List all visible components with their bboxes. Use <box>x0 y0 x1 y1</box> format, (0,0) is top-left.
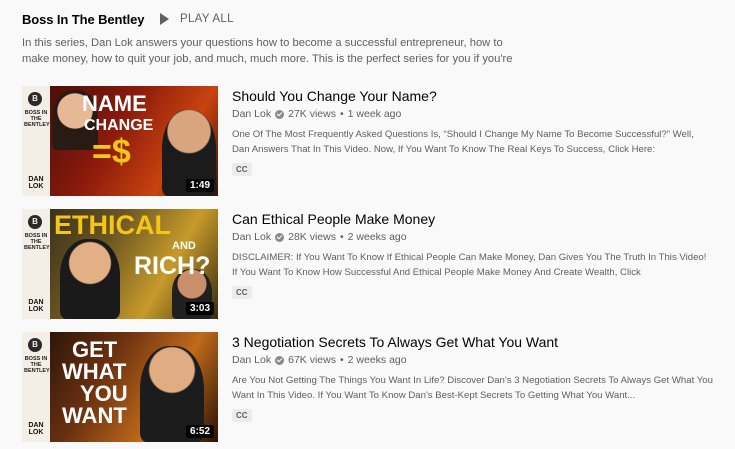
video-title[interactable]: Should You Change Your Name? <box>232 88 722 104</box>
thumbnail-caption: NAME <box>82 91 147 116</box>
brand-strip: B BOSS IN THE BENTLEY DAN LOK <box>22 86 50 196</box>
channel-name[interactable]: Dan Lok <box>232 108 271 120</box>
thumbnail-caption: AND <box>172 240 196 252</box>
meta-separator: • <box>339 231 344 243</box>
brand-strip: B BOSS IN THE BENTLEY DAN LOK <box>22 209 50 319</box>
video-description: DISCLAIMER: If You Want To Know If Ethic… <box>232 252 707 278</box>
brand-logo-icon: B <box>28 338 42 352</box>
verified-check-icon <box>275 109 285 119</box>
video-thumbnail[interactable]: GET WHAT YOU WANT B BOSS IN THE BENTLEY … <box>22 332 218 442</box>
play-icon <box>160 13 169 25</box>
playlist-title[interactable]: Boss In The Bentley <box>22 12 144 27</box>
thumbnail-caption: =$ <box>92 133 131 171</box>
meta-separator: • <box>339 354 344 366</box>
video-description: Are You Not Getting The Things You Want … <box>232 375 713 401</box>
thumbnail-caption: ETHICAL <box>54 210 171 240</box>
video-info: 3 Negotiation Secrets To Always Get What… <box>232 332 722 423</box>
video-description: One Of The Most Frequently Asked Questio… <box>232 129 694 155</box>
brand-name: BOSS IN THE BENTLEY <box>24 110 50 128</box>
video-title[interactable]: 3 Negotiation Secrets To Always Get What… <box>232 334 722 350</box>
video-info: Should You Change Your Name? Dan Lok 27K… <box>232 86 722 177</box>
verified-check-icon <box>275 355 285 365</box>
video-item: ETHICAL AND RICH? B BOSS IN THE BENTLEY … <box>22 209 722 319</box>
dan-lok-logo: DAN LOK <box>28 299 44 313</box>
view-count: 27K views <box>288 108 336 120</box>
dan-lok-logo: DAN LOK <box>28 176 44 190</box>
video-thumbnail[interactable]: ETHICAL AND RICH? B BOSS IN THE BENTLEY … <box>22 209 218 319</box>
play-all-button[interactable]: PLAY ALL <box>160 10 234 28</box>
upload-age: 2 weeks ago <box>347 354 407 366</box>
upload-age: 2 weeks ago <box>347 231 407 243</box>
view-count: 67K views <box>288 354 336 366</box>
upload-age: 1 week ago <box>347 108 402 120</box>
playlist-header: Boss In The Bentley <box>22 10 144 28</box>
brand-logo-icon: B <box>28 215 42 229</box>
brand-logo-icon: B <box>28 92 42 106</box>
video-thumbnail[interactable]: NAME CHANGE =$ B BOSS IN THE BENTLEY DAN… <box>22 86 218 196</box>
thumbnail-caption: WHAT <box>62 359 127 384</box>
thumbnail-caption: YOU <box>80 381 128 406</box>
view-count: 28K views <box>288 231 336 243</box>
thumbnail-caption: CHANGE <box>84 117 154 134</box>
video-meta: Dan Lok 67K views • 2 weeks ago <box>232 354 722 366</box>
play-all-label: PLAY ALL <box>180 13 234 25</box>
video-item: GET WHAT YOU WANT B BOSS IN THE BENTLEY … <box>22 332 722 442</box>
video-item: NAME CHANGE =$ B BOSS IN THE BENTLEY DAN… <box>22 86 722 196</box>
video-info: Can Ethical People Make Money Dan Lok 28… <box>232 209 722 300</box>
brand-name: BOSS IN THE BENTLEY <box>24 233 50 251</box>
video-meta: Dan Lok 27K views • 1 week ago <box>232 108 722 120</box>
verified-check-icon <box>275 232 285 242</box>
thumbnail-caption: WANT <box>62 403 127 428</box>
meta-separator: • <box>339 108 344 120</box>
thumbnail-caption: RICH? <box>134 252 211 280</box>
cc-badge: CC <box>232 409 252 422</box>
video-title[interactable]: Can Ethical People Make Money <box>232 211 722 227</box>
video-duration: 1:49 <box>185 179 214 192</box>
cc-badge: CC <box>232 286 252 299</box>
video-duration: 6:52 <box>185 425 214 438</box>
channel-name[interactable]: Dan Lok <box>232 354 271 366</box>
cc-badge: CC <box>232 163 252 176</box>
person-image <box>60 239 120 319</box>
playlist-description: In this series, Dan Lok answers your que… <box>22 37 513 65</box>
thumbnail-caption: GET <box>72 337 118 362</box>
video-meta: Dan Lok 28K views • 2 weeks ago <box>232 231 722 243</box>
video-duration: 3:03 <box>185 302 214 315</box>
brand-strip: B BOSS IN THE BENTLEY DAN LOK <box>22 332 50 442</box>
channel-name[interactable]: Dan Lok <box>232 231 271 243</box>
dan-lok-logo: DAN LOK <box>28 422 44 436</box>
brand-name: BOSS IN THE BENTLEY <box>24 356 50 374</box>
